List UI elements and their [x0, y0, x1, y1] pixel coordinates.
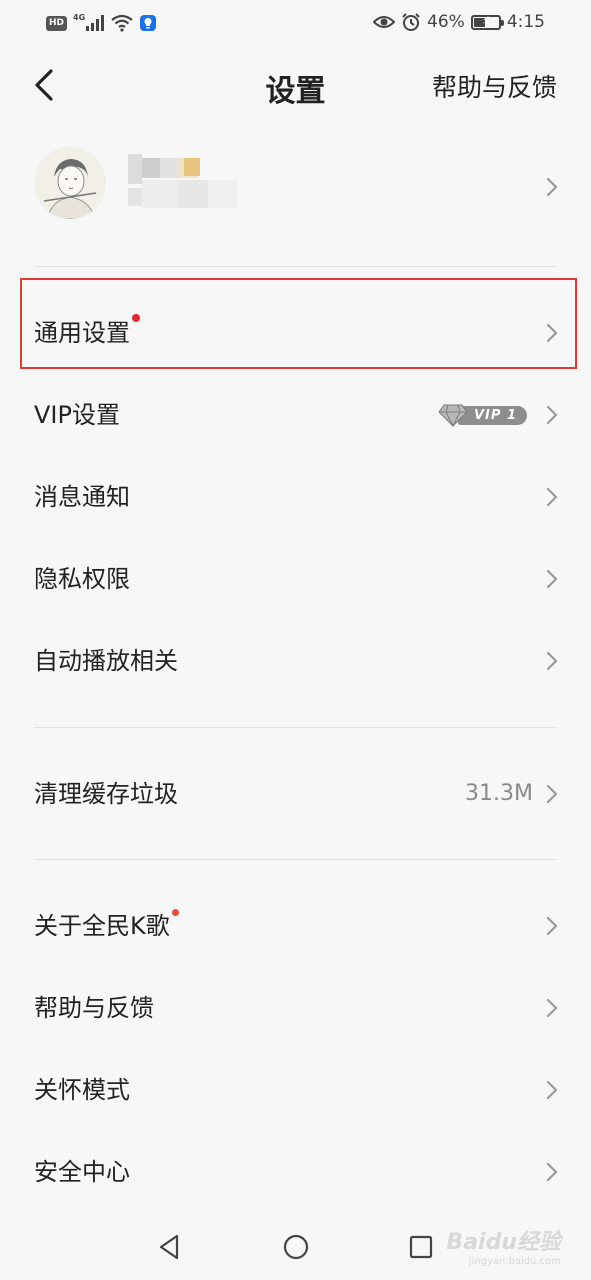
divider	[34, 727, 557, 728]
redacted-username	[128, 154, 248, 224]
chevron-left-icon[interactable]	[30, 68, 60, 102]
settings-item-privacy[interactable]: 隐私权限	[0, 538, 591, 620]
chevron-right-icon	[546, 784, 558, 804]
row-label: 清理缓存垃圾	[34, 780, 178, 808]
settings-item-care-mode[interactable]: 关怀模式	[0, 1049, 591, 1131]
chevron-right-icon	[546, 651, 558, 671]
status-left: HD 4G	[46, 12, 157, 34]
settings-item-clear-cache[interactable]: 清理缓存垃圾 31.3M	[0, 753, 591, 835]
row-label: 自动播放相关	[34, 647, 178, 675]
chevron-right-icon	[546, 569, 558, 589]
chevron-right-icon	[546, 916, 558, 936]
cache-size: 31.3M	[465, 781, 533, 806]
notification-dot	[171, 909, 179, 916]
recent-apps-square-icon[interactable]	[406, 1232, 436, 1262]
charging-bolt-icon: ⚡	[481, 13, 490, 27]
clock: 4:15	[506, 12, 545, 32]
battery-percent: 46%	[427, 12, 465, 32]
avatar-illustration	[34, 147, 106, 219]
divider	[34, 859, 557, 860]
settings-item-autoplay[interactable]: 自动播放相关	[0, 620, 591, 702]
chevron-right-icon	[546, 1080, 558, 1100]
row-label: 安全中心	[34, 1158, 130, 1186]
avatar[interactable]	[34, 147, 106, 219]
row-label: 关于全民K歌	[34, 885, 179, 967]
vip-badge: VIP 1	[438, 403, 527, 427]
settings-item-notifications[interactable]: 消息通知	[0, 456, 591, 538]
chevron-right-icon	[546, 487, 558, 507]
settings-item-vip[interactable]: VIP设置 VIP 1	[0, 374, 591, 456]
diamond-icon	[438, 404, 468, 427]
status-bar: HD 4G 46% ⚡ 4:15	[0, 0, 591, 46]
settings-item-help[interactable]: 帮助与反馈	[0, 967, 591, 1049]
chevron-right-icon	[546, 1162, 558, 1182]
wifi-icon	[111, 14, 133, 32]
row-label: 关怀模式	[34, 1076, 130, 1104]
back-triangle-icon[interactable]	[155, 1232, 185, 1262]
status-right: 46% ⚡ 4:15	[373, 10, 545, 34]
shield-icon	[140, 15, 157, 31]
chevron-right-icon	[546, 177, 558, 197]
nav-header: 设置 帮助与反馈	[0, 46, 591, 126]
watermark: Baidu经验 jingyan.baidu.com	[446, 1230, 561, 1267]
row-label: 消息通知	[34, 483, 130, 511]
settings-item-security[interactable]: 安全中心	[0, 1131, 591, 1213]
highlight-box	[20, 278, 577, 369]
eye-icon	[373, 16, 396, 28]
row-label: 帮助与反馈	[34, 994, 154, 1022]
chevron-right-icon	[546, 998, 558, 1018]
row-label: VIP设置	[34, 401, 120, 429]
hd-icon: HD	[46, 15, 68, 31]
network-type: 4G	[73, 12, 86, 22]
vip-level: VIP 1	[458, 405, 527, 425]
alarm-icon	[402, 13, 420, 31]
system-nav-bar: Baidu经验 jingyan.baidu.com	[0, 1212, 591, 1280]
row-label: 隐私权限	[34, 565, 130, 593]
signal-icon	[86, 15, 105, 31]
chevron-right-icon	[546, 405, 558, 425]
help-feedback-link[interactable]: 帮助与反馈	[432, 68, 557, 104]
home-circle-icon[interactable]	[281, 1232, 311, 1262]
divider	[34, 266, 557, 267]
profile-row[interactable]	[0, 138, 591, 238]
battery-charging-icon: ⚡	[470, 13, 504, 30]
settings-item-about[interactable]: 关于全民K歌	[0, 885, 591, 967]
